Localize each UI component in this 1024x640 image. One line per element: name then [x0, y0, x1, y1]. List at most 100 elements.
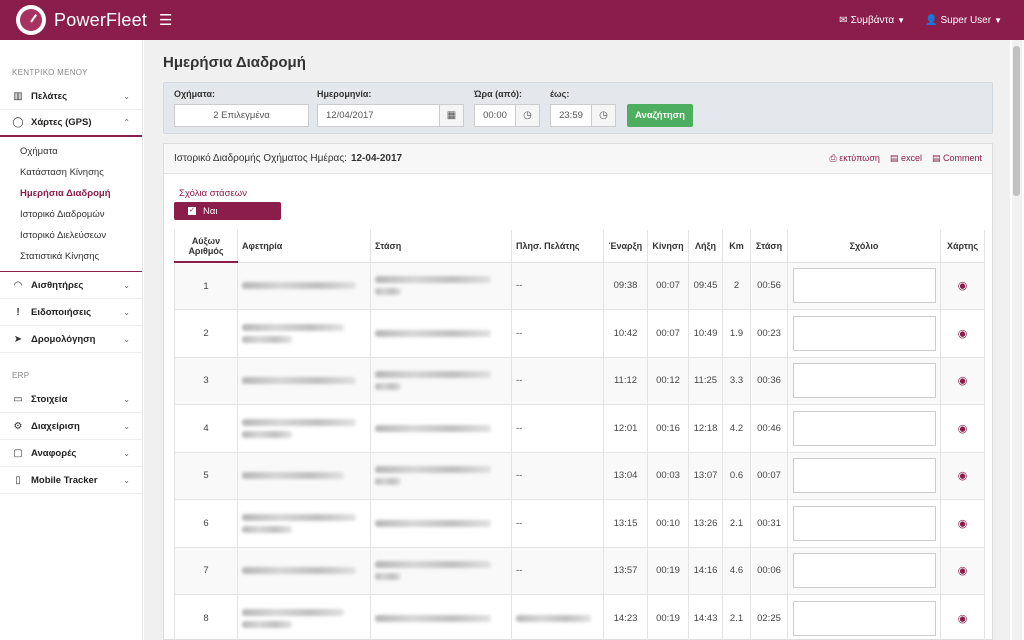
cell-movement: 00:07 — [647, 309, 689, 358]
cell-km: 2.1 — [722, 499, 751, 548]
comment-textarea[interactable] — [792, 315, 936, 351]
comment-textarea[interactable] — [792, 268, 936, 304]
comment-textarea[interactable] — [792, 553, 936, 589]
comment-textarea[interactable] — [792, 458, 936, 494]
user-menu[interactable]: 👤 Super User ▼ — [925, 15, 1002, 26]
stop-comments-yes-toggle[interactable]: ✓ Ναι — [174, 202, 281, 220]
sidebar-item-gps-maps[interactable]: ◯ Χάρτες (GPS) ⌃ — [0, 110, 142, 137]
map-marker-icon[interactable]: ◉ — [945, 422, 980, 435]
print-link[interactable]: ⎙ εκτύπωση — [830, 153, 880, 164]
sidebar-item-mobile-tracker[interactable]: ▯ Mobile Tracker ⌄ — [0, 467, 142, 494]
sidebar-item-management[interactable]: ⚙ Διαχείριση ⌄ — [0, 413, 142, 440]
sidebar-item-label: Στοιχεία — [31, 393, 68, 405]
near-customer-value: -- — [516, 470, 523, 482]
scrollbar-thumb[interactable] — [1013, 46, 1020, 196]
cell-map: ◉ — [940, 309, 985, 358]
sidebar-item-sensors[interactable]: ◠ Αισθητήρες ⌄ — [0, 272, 142, 299]
cell-comment — [787, 404, 941, 453]
map-marker-icon[interactable]: ◉ — [945, 564, 980, 577]
comment-textarea[interactable] — [792, 363, 936, 399]
col-header-end[interactable]: Λήξη — [688, 230, 723, 263]
table-row: 6 -- 13:15 00:10 13:26 2.1 00:31 ◉ — [174, 499, 985, 548]
cell-km: 3.3 — [722, 356, 751, 405]
cell-number: 6 — [174, 499, 238, 548]
cell-halt: 00:56 — [750, 261, 788, 310]
map-marker-icon[interactable]: ◉ — [945, 279, 980, 292]
col-header-number[interactable]: Αύξων Αριθμός — [174, 230, 238, 263]
map-marker-icon[interactable]: ◉ — [945, 469, 980, 482]
sidebar-item-routing[interactable]: ➤ Δρομολόγηση ⌄ — [0, 326, 142, 353]
cell-begin: 09:38 — [603, 261, 648, 310]
col-header-stop[interactable]: Στάση — [370, 230, 512, 263]
cell-movement: 00:03 — [647, 451, 689, 500]
sidebar-subitem-passage-history[interactable]: Ιστορικό Διελεύσεων — [0, 225, 142, 246]
cell-start-address — [237, 546, 371, 595]
menu-toggle-icon[interactable]: ☰ — [159, 11, 172, 29]
events-menu[interactable]: ✉ Συμβάντα ▼ — [839, 15, 905, 26]
map-marker-icon[interactable]: ◉ — [945, 327, 980, 340]
near-customer-value: -- — [516, 422, 523, 434]
envelope-icon: ✉ — [839, 14, 848, 26]
col-header-begin[interactable]: Έναρξη — [603, 230, 648, 263]
sidebar-subitem-vehicles[interactable]: Οχήματα — [0, 141, 142, 162]
col-header-halt[interactable]: Στάση — [750, 230, 788, 263]
comment-textarea[interactable] — [792, 600, 936, 636]
col-header-km[interactable]: Km — [722, 230, 751, 263]
cell-end: 11:25 — [688, 356, 723, 405]
sidebar-item-customers[interactable]: ▥ Πελάτες ⌄ — [0, 83, 142, 110]
cell-stop-address — [370, 261, 512, 310]
comment-textarea[interactable] — [792, 505, 936, 541]
sidebar-subitem-movement-stats[interactable]: Στατιστικά Κίνησης — [0, 246, 142, 267]
cell-end: 14:43 — [688, 594, 723, 640]
comment-link[interactable]: ▤ Comment — [932, 153, 982, 164]
cell-halt: 02:25 — [750, 594, 788, 640]
page-scrollbar[interactable] — [1012, 40, 1022, 640]
clock-icon[interactable]: ◷ — [515, 104, 540, 127]
brand[interactable]: PowerFleet — [0, 5, 147, 35]
excel-link[interactable]: ▤ excel — [890, 153, 922, 164]
col-header-map[interactable]: Χάρτης — [940, 230, 985, 263]
time-from-input[interactable]: 00:00 — [474, 104, 516, 127]
cell-number: 5 — [174, 451, 238, 500]
map-marker-icon[interactable]: ◉ — [945, 517, 980, 530]
map-marker-icon[interactable]: ◉ — [945, 612, 980, 625]
col-header-start[interactable]: Αφετηρία — [237, 230, 371, 263]
cell-km: 0.6 — [722, 451, 751, 500]
chevron-up-icon: ⌃ — [123, 118, 130, 127]
comment-textarea[interactable] — [792, 410, 936, 446]
col-header-movement[interactable]: Κίνηση — [647, 230, 689, 263]
main-content: Ημερήσια Διαδρομή Οχήματα: 2 Επιλεγμένα … — [144, 40, 1010, 640]
cell-near-customer — [511, 594, 604, 640]
sidebar-item-notifications[interactable]: ! Ειδοποιήσεις ⌄ — [0, 299, 142, 326]
excel-label: excel — [900, 153, 922, 163]
cell-movement: 00:19 — [647, 594, 689, 640]
cell-movement: 00:10 — [647, 499, 689, 548]
cell-near-customer: -- — [511, 309, 604, 358]
table-row: 5 -- 13:04 00:03 13:07 0.6 00:07 ◉ — [174, 451, 985, 500]
search-button[interactable]: Αναζήτηση — [627, 104, 693, 127]
location-arrow-icon: ➤ — [13, 333, 23, 345]
cell-start-address — [237, 451, 371, 500]
sidebar-item-reports[interactable]: ▢ Αναφορές ⌄ — [0, 440, 142, 467]
cell-end: 09:45 — [688, 261, 723, 310]
col-header-near-customer[interactable]: Πλησ. Πελάτης — [511, 230, 604, 263]
sidebar-subitem-movement-status[interactable]: Κατάσταση Κίνησης — [0, 162, 142, 183]
cell-movement: 00:16 — [647, 404, 689, 453]
date-input[interactable]: 12/04/2017 — [317, 104, 440, 127]
sidebar-subitem-route-history[interactable]: Ιστορικό Διαδρομών — [0, 204, 142, 225]
cell-km: 4.2 — [722, 404, 751, 453]
cell-halt: 00:36 — [750, 356, 788, 405]
time-to-label: έως: — [550, 89, 570, 99]
time-to-input[interactable]: 23:59 — [550, 104, 592, 127]
sidebar-item-data[interactable]: ▭ Στοιχεία ⌄ — [0, 386, 142, 413]
map-marker-icon[interactable]: ◉ — [945, 374, 980, 387]
col-header-comment[interactable]: Σχόλιο — [787, 230, 941, 263]
sidebar-subitem-daily-route[interactable]: Ημερήσια Διαδρομή — [0, 183, 142, 204]
vehicles-select[interactable]: 2 Επιλεγμένα — [174, 104, 309, 127]
cell-map: ◉ — [940, 499, 985, 548]
calendar-icon[interactable]: ▦ — [439, 104, 464, 127]
clock-icon[interactable]: ◷ — [591, 104, 616, 127]
cell-number: 8 — [174, 594, 238, 640]
table-header-row: Αύξων Αριθμός Αφετηρία Στάση Πλησ. Πελάτ… — [174, 230, 985, 263]
route-table: Αύξων Αριθμός Αφετηρία Στάση Πλησ. Πελάτ… — [174, 230, 985, 640]
